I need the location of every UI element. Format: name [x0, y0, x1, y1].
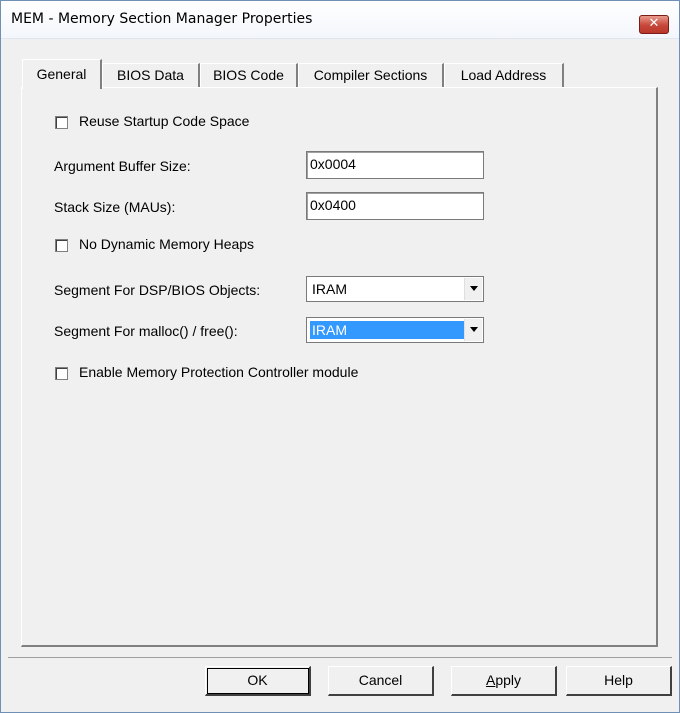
no-dynamic-heaps-checkbox[interactable]: [55, 239, 68, 252]
enable-mpc-checkbox[interactable]: [55, 367, 68, 380]
segment-malloc-label: Segment For malloc() / free():: [54, 323, 238, 339]
properties-dialog: MEM - Memory Section Manager Properties …: [0, 0, 680, 713]
tab-general[interactable]: General: [22, 59, 102, 89]
no-dynamic-heaps-label: No Dynamic Memory Heaps: [79, 236, 255, 252]
tab-bios-code[interactable]: BIOS Code: [200, 63, 298, 88]
apply-label: pply: [495, 672, 522, 688]
segment-bios-label: Segment For DSP/BIOS Objects:: [54, 282, 261, 298]
tab-load-address[interactable]: Load Address: [444, 63, 564, 88]
argument-buffer-label: Argument Buffer Size:: [54, 158, 191, 174]
segment-bios-select[interactable]: IRAM: [306, 276, 484, 302]
segment-malloc-select[interactable]: IRAM: [306, 317, 484, 343]
segment-malloc-value: IRAM: [310, 321, 468, 339]
help-button[interactable]: Help: [566, 666, 672, 696]
apply-accelerator: A: [485, 672, 496, 688]
chevron-down-icon[interactable]: [464, 319, 482, 341]
tab-compiler-sections[interactable]: Compiler Sections: [298, 63, 444, 88]
ok-button[interactable]: OK: [205, 666, 311, 696]
reuse-startup-label: Reuse Startup Code Space: [79, 113, 250, 129]
button-bar: OK Cancel Apply Help: [8, 657, 672, 707]
cancel-button[interactable]: Cancel: [328, 666, 434, 696]
segment-bios-value: IRAM: [312, 281, 347, 297]
enable-mpc-label: Enable Memory Protection Controller modu…: [79, 364, 359, 380]
window-title: MEM - Memory Section Manager Properties: [11, 11, 313, 27]
stack-size-input[interactable]: 0x0400: [306, 192, 484, 220]
argument-buffer-input[interactable]: 0x0004: [306, 151, 484, 179]
stack-size-label: Stack Size (MAUs):: [54, 199, 176, 215]
dialog-client-area: General BIOS Data BIOS Code Compiler Sec…: [8, 39, 672, 706]
close-icon[interactable]: ✕: [639, 15, 669, 34]
chevron-down-icon[interactable]: [464, 278, 482, 300]
title-bar[interactable]: MEM - Memory Section Manager Properties …: [1, 1, 679, 39]
apply-button[interactable]: Apply: [451, 666, 557, 696]
general-tab-panel: Reuse Startup Code Space Argument Buffer…: [21, 87, 658, 647]
tab-bios-data[interactable]: BIOS Data: [102, 63, 200, 88]
reuse-startup-checkbox[interactable]: [55, 116, 68, 129]
